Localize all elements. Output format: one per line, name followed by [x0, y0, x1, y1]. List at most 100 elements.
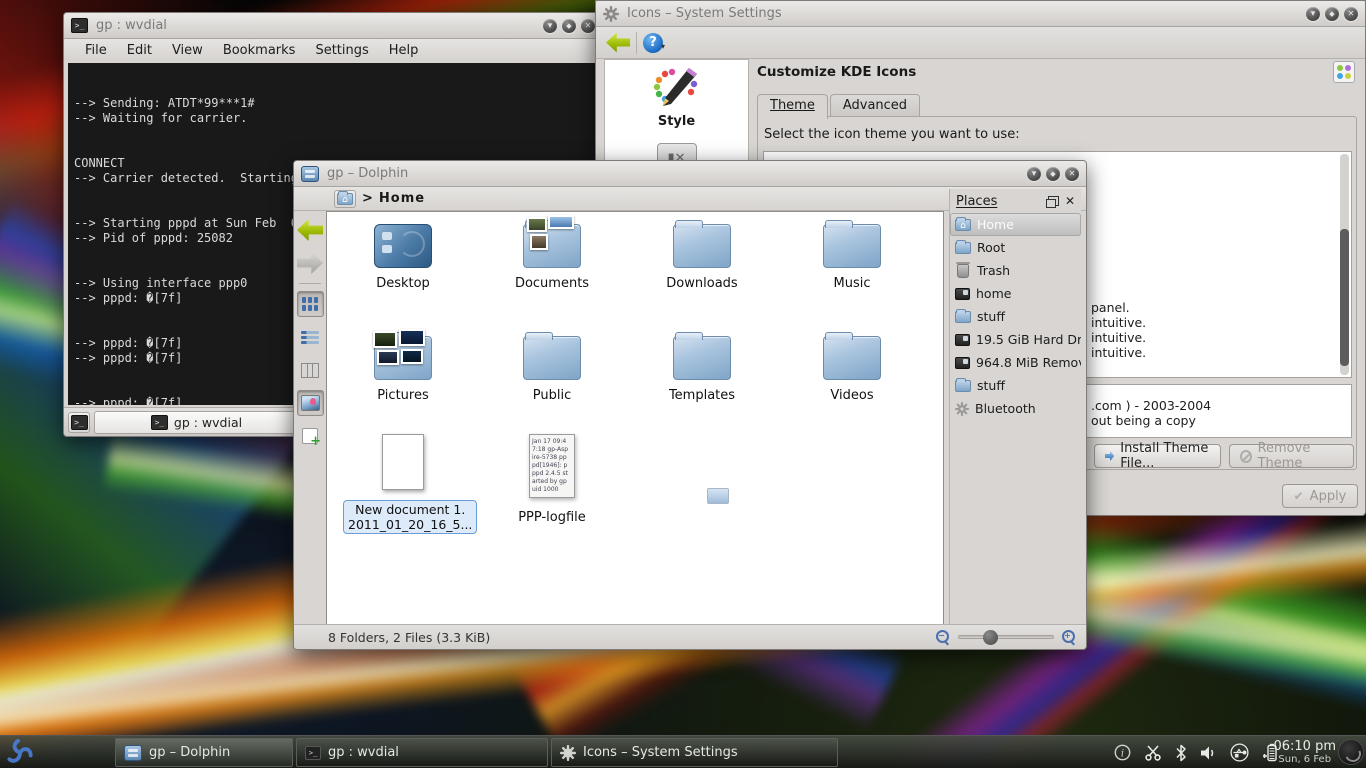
zoom-slider-handle[interactable]: [983, 630, 998, 645]
info-icon[interactable]: i: [1114, 744, 1131, 761]
place-home[interactable]: Home: [950, 213, 1081, 236]
terminal-tab[interactable]: >_ gp : wvdial: [94, 411, 299, 434]
install-theme-button[interactable]: Install Theme File...: [1094, 444, 1221, 468]
folder-icon: [823, 336, 881, 380]
details-view-icon: [301, 329, 319, 345]
details-view-button[interactable]: [297, 324, 324, 350]
menu-file[interactable]: File: [76, 42, 116, 59]
sidebar-item-style[interactable]: Style: [605, 114, 748, 129]
bluetooth-icon[interactable]: [1175, 744, 1187, 762]
select-theme-label: Select the icon theme you want to use:: [764, 127, 1020, 142]
folder-item-templates[interactable]: Templates: [642, 336, 762, 403]
forward-button[interactable]: [297, 250, 324, 276]
home-breadcrumb-button[interactable]: [334, 190, 356, 208]
back-button[interactable]: [297, 217, 324, 243]
task-system-settings[interactable]: Icons – System Settings: [551, 738, 838, 767]
places-panel: Places ✕ Home Root Trash home stuff 19.5…: [949, 189, 1081, 624]
preview-icon: [301, 395, 320, 411]
settings-titlebar[interactable]: Icons – System Settings: [596, 1, 1365, 27]
zoom-in-icon[interactable]: +: [1062, 630, 1076, 644]
help-icon: ?: [643, 33, 663, 53]
minimize-button[interactable]: [1306, 7, 1320, 21]
scrollbar[interactable]: [1340, 154, 1349, 375]
folder-icon: [955, 242, 971, 254]
close-button[interactable]: [1344, 7, 1358, 21]
bluetooth-icon: [955, 402, 969, 416]
maximize-button[interactable]: [562, 19, 576, 33]
klipper-scissors-icon[interactable]: [1144, 744, 1162, 761]
file-item-new-document[interactable]: New document 1. 2011_01_20_16_5...: [343, 434, 463, 534]
volume-icon[interactable]: [1200, 745, 1217, 761]
place-bluetooth[interactable]: Bluetooth: [950, 397, 1081, 420]
menu-settings[interactable]: Settings: [306, 42, 377, 59]
maximize-button[interactable]: [1046, 167, 1060, 181]
folder-item-music[interactable]: Music: [792, 224, 912, 291]
minimize-button[interactable]: [543, 19, 557, 33]
theme-list-text: intuitive.: [1091, 345, 1146, 360]
maximize-button[interactable]: [1325, 7, 1339, 21]
desktop-folder-icon: [374, 224, 432, 268]
place-stuff[interactable]: stuff: [950, 305, 1081, 328]
folder-item-documents[interactable]: Documents: [492, 224, 612, 291]
home-folder-icon: [955, 219, 971, 231]
place-home-device[interactable]: home: [950, 282, 1081, 305]
folder-item-downloads[interactable]: Downloads: [642, 224, 762, 291]
folder-item-desktop[interactable]: Desktop: [343, 224, 463, 291]
panel-toolbox-cashew[interactable]: [1338, 739, 1364, 765]
folder-item-videos[interactable]: Videos: [792, 336, 912, 403]
icons-view-button[interactable]: [297, 291, 324, 317]
preview-button[interactable]: [297, 390, 324, 416]
close-button[interactable]: [581, 19, 595, 33]
clock[interactable]: 06:10 pm Sun, 6 Feb: [1273, 736, 1336, 768]
new-tab-button[interactable]: >_: [68, 412, 90, 433]
close-button[interactable]: [1065, 167, 1079, 181]
dolphin-title: gp – Dolphin: [327, 166, 408, 181]
folder-item-public[interactable]: Public: [492, 336, 612, 403]
text-preview-icon: Jan 17 09:47:18 gp-Asp ire-5738 pppd[194…: [529, 434, 575, 498]
apply-button[interactable]: ✔ Apply: [1282, 484, 1358, 508]
overview-icon[interactable]: [1333, 61, 1355, 83]
dolphin-statusbar: 8 Folders, 2 Files (3.3 KiB) − +: [294, 624, 1086, 649]
folder-view[interactable]: Desktop Documents Downloads Music: [326, 211, 944, 626]
drive-icon: [955, 334, 970, 346]
zoom-out-icon[interactable]: −: [936, 630, 950, 644]
icons-view-icon: [301, 296, 319, 312]
clock-time: 06:10 pm: [1273, 740, 1336, 754]
minimize-button[interactable]: [1027, 167, 1041, 181]
terminal-app-icon: >_: [71, 18, 88, 33]
terminal-icon: >_: [71, 415, 88, 430]
theme-description-text: .com ) - 2003-2004: [1091, 398, 1211, 413]
remove-theme-button[interactable]: Remove Theme: [1229, 444, 1354, 468]
task-wvdial[interactable]: >_ gp : wvdial: [296, 738, 548, 767]
close-panel-icon[interactable]: ✕: [1065, 194, 1075, 208]
file-item-ppp-logfile[interactable]: Jan 17 09:47:18 gp-Asp ire-5738 pppd[194…: [492, 434, 612, 525]
columns-view-button[interactable]: [297, 357, 324, 383]
place-trash[interactable]: Trash: [950, 259, 1081, 282]
folder-item-pictures[interactable]: Pictures: [343, 336, 463, 403]
device-notifier-usb-icon[interactable]: [1230, 743, 1249, 762]
back-button[interactable]: [606, 33, 630, 53]
place-removable[interactable]: 964.8 MiB Remov...: [950, 351, 1081, 374]
app-launcher-icon[interactable]: [4, 737, 36, 768]
settings-heading: Customize KDE Icons: [757, 64, 916, 80]
gear-icon: [560, 745, 576, 761]
zoom-slider[interactable]: [958, 635, 1054, 639]
tab-theme[interactable]: Theme: [757, 94, 828, 119]
breadcrumb-home[interactable]: Home: [379, 191, 425, 206]
place-root[interactable]: Root: [950, 236, 1081, 259]
columns-view-icon: [301, 363, 319, 378]
terminal-titlebar[interactable]: >_ gp : wvdial: [64, 13, 602, 39]
folder-icon: [955, 380, 971, 392]
place-stuff-2[interactable]: stuff: [950, 374, 1081, 397]
dolphin-titlebar[interactable]: gp – Dolphin: [294, 161, 1086, 187]
menu-bookmarks[interactable]: Bookmarks: [214, 42, 305, 59]
split-view-button[interactable]: [297, 423, 324, 449]
place-hard-drive[interactable]: 19.5 GiB Hard Drive: [950, 328, 1081, 351]
stray-thumbnail: [707, 488, 729, 504]
task-dolphin[interactable]: gp – Dolphin: [115, 738, 293, 767]
menu-help[interactable]: Help: [380, 42, 428, 59]
menu-view[interactable]: View: [163, 42, 212, 59]
help-button[interactable]: ? ▾: [643, 33, 665, 53]
menu-edit[interactable]: Edit: [118, 42, 161, 59]
float-panel-icon[interactable]: [1048, 196, 1059, 206]
